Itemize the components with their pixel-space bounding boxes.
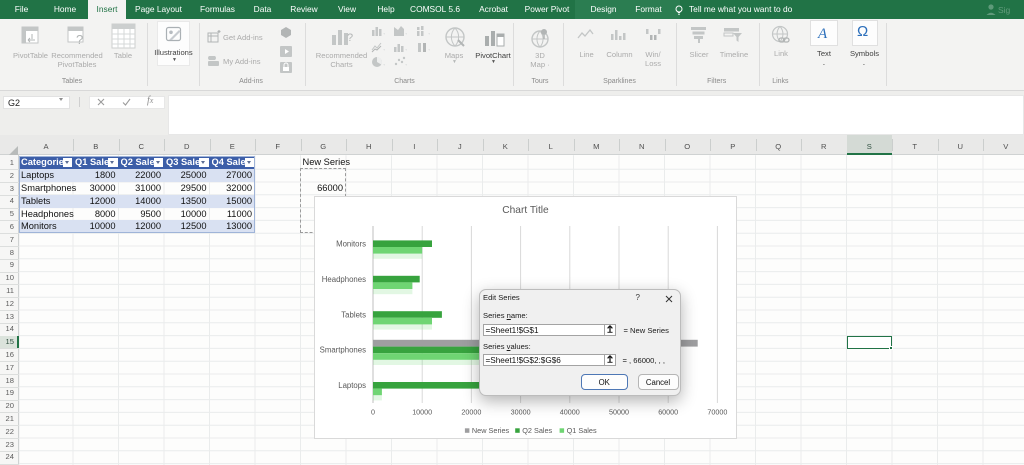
svg-text:30000: 30000 (510, 408, 530, 417)
svg-text:?: ? (76, 32, 83, 47)
svg-text:70000: 70000 (707, 408, 727, 417)
svg-text:Headphones: Headphones (321, 275, 365, 284)
svg-text:50000: 50000 (609, 408, 629, 417)
svg-text:0: 0 (371, 408, 375, 417)
svg-text:A: A (817, 26, 828, 40)
svg-text:40000: 40000 (559, 408, 579, 417)
svg-text:Tablets: Tablets (341, 310, 366, 319)
svg-text:Q2 Sales: Q2 Sales (522, 426, 552, 435)
svg-text:Sig: Sig (998, 5, 1011, 15)
svg-text:New Series: New Series (471, 426, 509, 435)
svg-text:Monitors: Monitors (336, 240, 366, 249)
svg-text:20000: 20000 (461, 408, 481, 417)
svg-text:Smartphones: Smartphones (319, 346, 365, 355)
svg-text:Q1 Sales: Q1 Sales (566, 426, 596, 435)
svg-text:60000: 60000 (658, 408, 678, 417)
svg-text:?: ? (347, 32, 353, 44)
svg-text:Laptops: Laptops (338, 381, 366, 390)
svg-text:10000: 10000 (412, 408, 432, 417)
svg-text:Chart Title: Chart Title (502, 205, 549, 216)
